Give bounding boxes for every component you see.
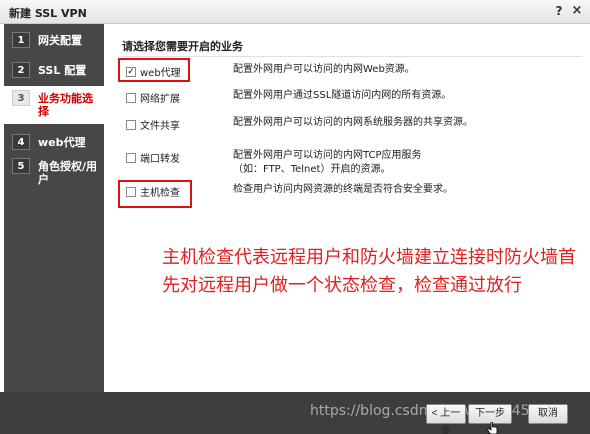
option-desc: 配置外网用户通过SSL隧道访问内网的所有资源。 bbox=[233, 90, 452, 101]
option-file-share[interactable]: 文件共享 bbox=[126, 117, 180, 132]
wizard-step-ssl[interactable]: 2 SSL 配置 bbox=[4, 62, 104, 84]
title-bar: 新建 SSL VPN ? × bbox=[0, 0, 590, 24]
option-desc: 检查用户访问内网资源的终端是否符合安全要求。 bbox=[233, 184, 453, 195]
wizard-step-web-proxy[interactable]: 4 web代理 bbox=[4, 134, 104, 156]
step-label: web代理 bbox=[38, 136, 86, 149]
checkbox-port-forward[interactable] bbox=[126, 152, 136, 163]
wizard-step-role-user[interactable]: 5 角色授权/用户 bbox=[4, 158, 104, 190]
option-label: 主机检查 bbox=[140, 188, 180, 199]
next-button[interactable]: 下一步 bbox=[468, 404, 512, 424]
step-label: 网关配置 bbox=[38, 34, 82, 47]
wizard-step-service-select[interactable]: 3 业务功能选择 bbox=[4, 86, 104, 124]
window-title: 新建 SSL VPN bbox=[9, 7, 87, 20]
option-label: 网络扩展 bbox=[140, 94, 180, 105]
option-desc: 配置外网用户可以访问的内网系统服务器的共享资源。 bbox=[233, 117, 473, 128]
option-desc-line1: 配置外网用户可以访问的内网TCP应用服务 bbox=[233, 150, 422, 161]
divider bbox=[122, 56, 582, 57]
step-label: 业务功能选择 bbox=[38, 92, 93, 118]
step-number: 5 bbox=[12, 158, 30, 174]
annotation-text: 主机检查代表远程用户和防火墙建立连接时防火墙首先对远程用户做一个状态检查，检查通… bbox=[162, 247, 576, 296]
step-number: 4 bbox=[12, 134, 30, 150]
help-icon[interactable]: ? bbox=[552, 4, 566, 18]
section-heading: 请选择您需要开启的业务 bbox=[122, 40, 243, 53]
checkbox-network-extension[interactable] bbox=[126, 92, 136, 103]
option-label: 文件共享 bbox=[140, 121, 180, 132]
step-number: 2 bbox=[12, 62, 30, 78]
option-label: web代理 bbox=[140, 68, 181, 79]
cancel-button[interactable]: 取消 bbox=[528, 404, 568, 424]
checkbox-web-proxy[interactable]: ✓ bbox=[126, 66, 136, 77]
step-label: SSL 配置 bbox=[38, 64, 87, 77]
option-network-extension[interactable]: 网络扩展 bbox=[126, 90, 180, 105]
option-web-proxy[interactable]: ✓ web代理 bbox=[126, 64, 181, 79]
step-number: 3 bbox=[12, 90, 30, 106]
main-panel: 请选择您需要开启的业务 ✓ web代理 配置外网用户可以访问的内网Web资源。 … bbox=[104, 24, 590, 392]
step-label: 角色授权/用户 bbox=[38, 160, 98, 186]
footer-bar: https://blog.csdn.net/weixin_45155 < 上一步… bbox=[0, 392, 590, 434]
option-desc: 配置外网用户可以访问的内网Web资源。 bbox=[233, 64, 415, 75]
checkbox-file-share[interactable] bbox=[126, 119, 136, 130]
wizard-sidebar: 1 网关配置 2 SSL 配置 3 业务功能选择 4 web代理 5 角色授权/… bbox=[4, 24, 104, 392]
option-label: 端口转发 bbox=[140, 154, 180, 165]
prev-button[interactable]: < 上一步 bbox=[426, 404, 466, 434]
step-number: 1 bbox=[12, 32, 30, 48]
wizard-step-gateway[interactable]: 1 网关配置 bbox=[4, 32, 104, 54]
close-icon[interactable]: × bbox=[570, 3, 584, 18]
option-host-check[interactable]: 主机检查 bbox=[126, 184, 180, 199]
hand-pointer-icon bbox=[487, 422, 498, 434]
checkbox-host-check[interactable] bbox=[126, 186, 136, 197]
option-desc-line2: （如：FTP、Telnet）开启的资源。 bbox=[233, 164, 391, 175]
option-port-forward[interactable]: 端口转发 bbox=[126, 150, 180, 165]
